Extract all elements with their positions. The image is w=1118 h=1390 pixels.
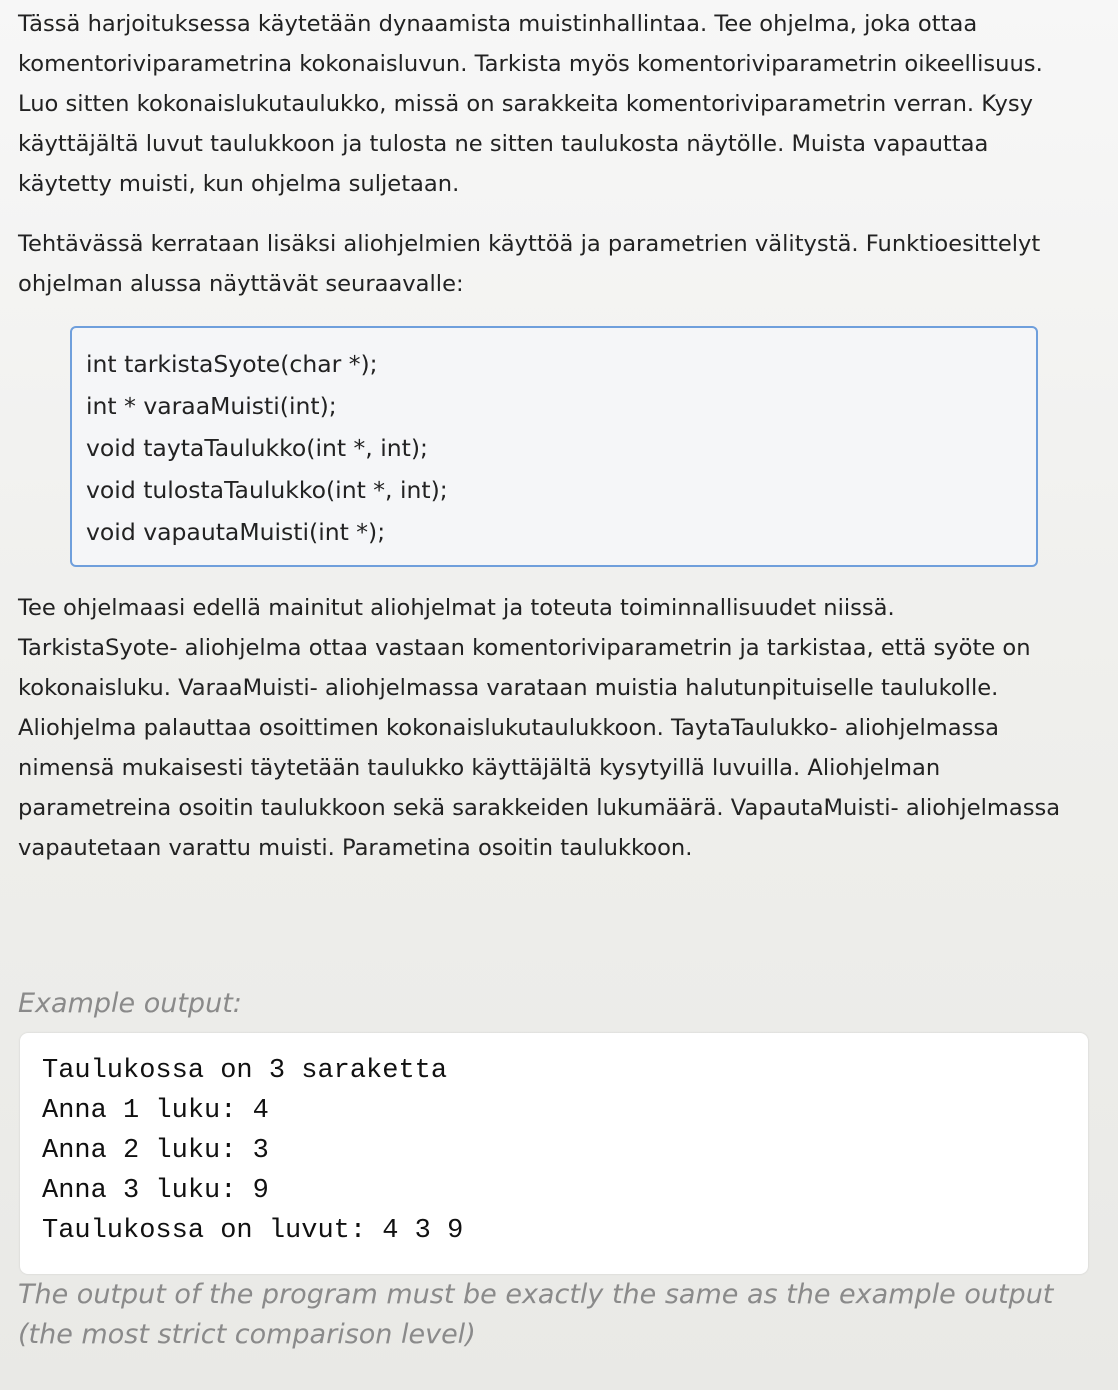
comparison-note: The output of the program must be exactl… bbox=[18, 1275, 1098, 1355]
code-line: int tarkistaSyote(char *); bbox=[86, 350, 378, 378]
text-line: komentoriviparametrina kokonaisluvun. Ta… bbox=[18, 51, 1043, 77]
text-line: Aliohjelma palauttaa osoittimen kokonais… bbox=[18, 715, 999, 741]
text-line: Tee ohjelmaasi edellä mainitut aliohjelm… bbox=[18, 595, 895, 621]
output-line: Taulukossa on 3 saraketta bbox=[42, 1056, 448, 1086]
text-line: kokonaisluku. VaraaMuisti- aliohjelmassa… bbox=[18, 675, 999, 701]
example-output-label: Example output: bbox=[18, 988, 242, 1019]
output-line: Anna 2 luku: 3 bbox=[42, 1136, 269, 1166]
text-line: Luo sitten kokonaislukutaulukko, missä o… bbox=[18, 91, 1033, 117]
intro-paragraph-2: Tehtävässä kerrataan lisäksi aliohjelmie… bbox=[18, 224, 1098, 304]
output-line: Taulukossa on luvut: 4 3 9 bbox=[42, 1216, 464, 1246]
code-line: int * varaaMuisti(int); bbox=[86, 392, 337, 420]
note-line: The output of the program must be exactl… bbox=[18, 1279, 1054, 1310]
text-line: TarkistaSyote- aliohjelma ottaa vastaan … bbox=[18, 635, 1031, 661]
text-line: Tässä harjoituksessa käytetään dynaamist… bbox=[18, 11, 978, 37]
code-block: int tarkistaSyote(char *); int * varaaMu… bbox=[70, 326, 1038, 567]
text-line: vapautetaan varattu muisti. Parametina o… bbox=[18, 835, 693, 861]
text-line: parametreina osoitin taulukkoon sekä sar… bbox=[18, 795, 1061, 821]
text-line: nimensä mukaisesti täytetään taulukko kä… bbox=[18, 755, 941, 781]
description-paragraph: Tee ohjelmaasi edellä mainitut aliohjelm… bbox=[18, 588, 1108, 868]
code-line: void taytaTaulukko(int *, int); bbox=[86, 434, 428, 462]
code-line: void vapautaMuisti(int *); bbox=[86, 518, 386, 546]
output-line: Anna 1 luku: 4 bbox=[42, 1096, 269, 1126]
text-line: käytetty muisti, kun ohjelma suljetaan. bbox=[18, 171, 460, 197]
text-line: käyttäjältä luvut taulukkoon ja tulosta … bbox=[18, 131, 989, 157]
code-line: void tulostaTaulukko(int *, int); bbox=[86, 476, 448, 504]
intro-paragraph-1: Tässä harjoituksessa käytetään dynaamist… bbox=[18, 4, 1098, 204]
text-line: ohjelman alussa näyttävät seuraavalle: bbox=[18, 271, 464, 297]
note-line: (the most strict comparison level) bbox=[18, 1319, 476, 1350]
output-line: Anna 3 luku: 9 bbox=[42, 1176, 269, 1206]
text-line: Tehtävässä kerrataan lisäksi aliohjelmie… bbox=[18, 231, 1041, 257]
instructions: Tässä harjoituksessa käytetään dynaamist… bbox=[18, 4, 1098, 304]
example-output-box: Taulukossa on 3 saraketta Anna 1 luku: 4… bbox=[20, 1033, 1088, 1274]
